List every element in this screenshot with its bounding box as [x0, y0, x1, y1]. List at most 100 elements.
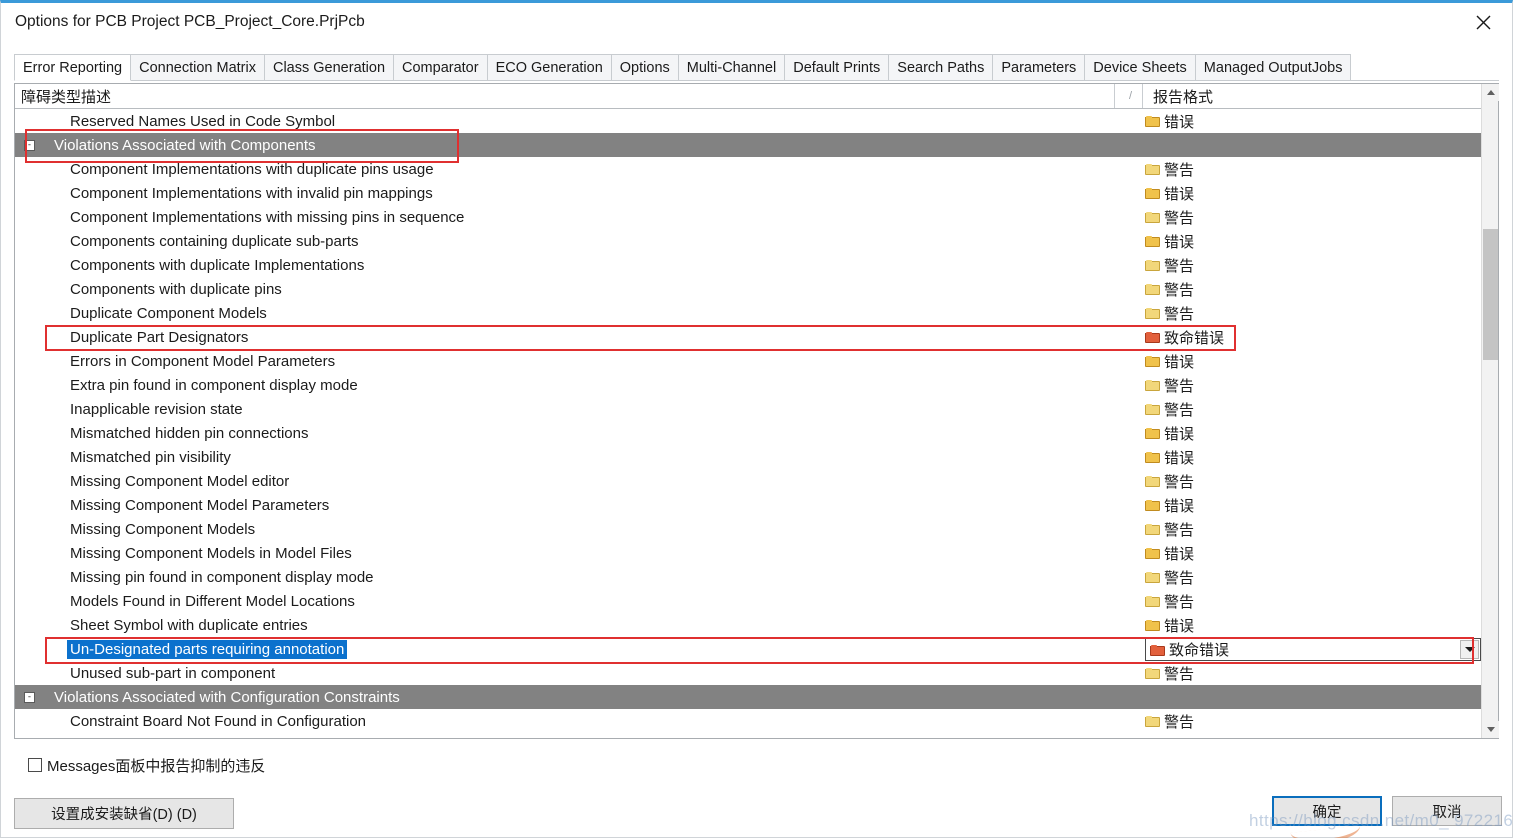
cell-description[interactable]: Violations Associated with Components	[15, 133, 1145, 157]
cell-description[interactable]: Un-Designated parts requiring annotation	[15, 637, 1145, 661]
cell-report-format[interactable]: 警告	[1145, 565, 1481, 589]
cell-description[interactable]: Component Implementations with invalid p…	[15, 181, 1145, 205]
tab-default-prints[interactable]: Default Prints	[784, 54, 890, 80]
grid-group-row[interactable]: - Violations Associated with Components	[15, 133, 1481, 157]
grid-row[interactable]: Components containing duplicate sub-part…	[15, 229, 1481, 253]
cell-report-format[interactable]: 警告	[1145, 517, 1481, 541]
scroll-down-button[interactable]	[1482, 721, 1499, 738]
tab-comparator[interactable]: Comparator	[393, 54, 488, 80]
cell-report-format[interactable]: 错误	[1145, 109, 1481, 133]
grid-group-row[interactable]: - Violations Associated with Configuratio…	[15, 685, 1481, 709]
grid-row[interactable]: Errors in Component Model Parameters 错误	[15, 349, 1481, 373]
grid-row[interactable]: Missing pin found in component display m…	[15, 565, 1481, 589]
cell-description[interactable]: Components with duplicate pins	[15, 277, 1145, 301]
tab-search-paths[interactable]: Search Paths	[888, 54, 994, 80]
grid-row[interactable]: Duplicate Part Designators 致命错误	[15, 325, 1481, 349]
cell-report-format[interactable]: 错误	[1145, 421, 1481, 445]
cell-description[interactable]: Errors in Component Model Parameters	[15, 349, 1145, 373]
cell-description[interactable]: Models Found in Different Model Location…	[15, 589, 1145, 613]
cell-description[interactable]: Sheet Symbol with duplicate entries	[15, 613, 1145, 637]
grid-row[interactable]: Missing Component Model Parameters 错误	[15, 493, 1481, 517]
grid-row[interactable]: Models Found in Different Model Location…	[15, 589, 1481, 613]
cell-description[interactable]: Missing pin found in component display m…	[15, 565, 1145, 589]
grid-row[interactable]: Mismatched pin visibility 错误	[15, 445, 1481, 469]
grid-row[interactable]: Missing Component Model editor 警告	[15, 469, 1481, 493]
cell-description[interactable]: Reserved Names Used in Code Symbol	[15, 109, 1145, 133]
tab-bar[interactable]: Error Reporting Connection Matrix Class Ge…	[14, 54, 1499, 81]
cancel-button[interactable]: 取消	[1392, 796, 1502, 826]
cell-report-format[interactable]: 错误	[1145, 349, 1481, 373]
cell-description[interactable]: Duplicate Component Models	[15, 301, 1145, 325]
cell-description[interactable]: Mismatched hidden pin connections	[15, 421, 1145, 445]
cell-report-format[interactable]: 致命错误	[1145, 325, 1481, 349]
cell-report-format[interactable]: 警告	[1145, 301, 1481, 325]
scrollbar-thumb[interactable]	[1483, 229, 1498, 360]
cell-report-format[interactable]: 错误	[1145, 181, 1481, 205]
cell-description[interactable]: Duplicate Part Designators	[15, 325, 1145, 349]
cell-report-format[interactable]: 错误	[1145, 493, 1481, 517]
grid-row[interactable]: Inapplicable revision state 警告	[15, 397, 1481, 421]
tab-parameters[interactable]: Parameters	[992, 54, 1086, 80]
grid-row[interactable]: Sheet Symbol with duplicate entries 错误	[15, 613, 1481, 637]
tab-multi-channel[interactable]: Multi-Channel	[677, 54, 786, 80]
grid-row[interactable]: Missing Component Models 警告	[15, 517, 1481, 541]
cell-report-format[interactable]: 错误	[1145, 229, 1481, 253]
cell-description[interactable]: Mismatched pin visibility	[15, 445, 1145, 469]
column-header-report-format[interactable]: 报告格式	[1145, 84, 1485, 108]
cell-description[interactable]: Inapplicable revision state	[15, 397, 1145, 421]
cell-description[interactable]: Components with duplicate Implementation…	[15, 253, 1145, 277]
tab-connection-matrix[interactable]: Connection Matrix	[130, 54, 265, 80]
cell-description[interactable]: Missing Component Model Parameters	[15, 493, 1145, 517]
grid-row[interactable]: Mismatched hidden pin connections 错误	[15, 421, 1481, 445]
grid-row[interactable]: Missing Component Models in Model Files 错…	[15, 541, 1481, 565]
tab-device-sheets[interactable]: Device Sheets	[1084, 54, 1196, 80]
ok-button[interactable]: 确定	[1272, 796, 1382, 826]
grid-row[interactable]: Constraint Board Not Found in Configurat…	[15, 709, 1481, 733]
grid-row[interactable]: Un-Designated parts requiring annotation…	[15, 637, 1481, 661]
cell-report-format[interactable]: 警告	[1145, 277, 1481, 301]
grid-body[interactable]: Reserved Names Used in Code Symbol 错误 - Vio…	[15, 109, 1481, 738]
report-format-dropdown[interactable]: 致命错误	[1145, 638, 1481, 661]
cell-report-format[interactable]: 警告	[1145, 373, 1481, 397]
tab-class-generation[interactable]: Class Generation	[263, 54, 395, 80]
grid-row[interactable]: Component Implementations with duplicate…	[15, 157, 1481, 181]
grid-row[interactable]: 警告	[15, 733, 1481, 739]
grid-row[interactable]: Component Implementations with invalid p…	[15, 181, 1481, 205]
cell-report-format[interactable]: 警告	[1145, 733, 1481, 739]
sort-indicator-icon[interactable]: /	[1119, 84, 1143, 108]
close-button[interactable]	[1460, 5, 1506, 39]
chevron-down-icon[interactable]	[1460, 640, 1479, 659]
cell-description[interactable]: Violations Associated with Configuration…	[15, 685, 1145, 709]
scroll-up-button[interactable]	[1482, 84, 1499, 101]
cell-description[interactable]: Components containing duplicate sub-part…	[15, 229, 1145, 253]
vertical-scrollbar[interactable]	[1481, 84, 1499, 738]
grid-row[interactable]: Components with duplicate pins 警告	[15, 277, 1481, 301]
cell-description[interactable]: Extra pin found in component display mod…	[15, 373, 1145, 397]
grid-row[interactable]: Unused sub-part in component 警告	[15, 661, 1481, 685]
cell-description[interactable]: Unused sub-part in component	[15, 661, 1145, 685]
set-to-installation-defaults-button[interactable]: 设置成安装缺省(D) (D)	[14, 798, 234, 829]
cell-description[interactable]: Constraint Board Not Found in Configurat…	[15, 709, 1145, 733]
tab-eco-generation[interactable]: ECO Generation	[486, 54, 612, 80]
cell-description[interactable]: Component Implementations with duplicate…	[15, 157, 1145, 181]
cell-report-format[interactable]: 警告	[1145, 397, 1481, 421]
cell-report-format[interactable]: 警告	[1145, 253, 1481, 277]
cell-description[interactable]: Missing Component Model editor	[15, 469, 1145, 493]
grid-row[interactable]: Reserved Names Used in Code Symbol 错误	[15, 109, 1481, 133]
column-header-description[interactable]: 障碍类型描述	[15, 84, 1115, 108]
suppressed-violations-checkbox[interactable]	[28, 758, 42, 772]
tab-managed-outputjobs[interactable]: Managed OutputJobs	[1194, 54, 1352, 80]
cell-report-format[interactable]: 警告	[1145, 661, 1481, 685]
cell-report-format[interactable]: 警告	[1145, 709, 1481, 733]
grid-row[interactable]: Components with duplicate Implementation…	[15, 253, 1481, 277]
tab-error-reporting[interactable]: Error Reporting	[14, 54, 132, 81]
tab-options[interactable]: Options	[610, 54, 679, 80]
cell-report-format[interactable]: 错误	[1145, 541, 1481, 565]
cell-description[interactable]: Component Implementations with missing p…	[15, 205, 1145, 229]
cell-report-format[interactable]: 警告	[1145, 469, 1481, 493]
grid-row[interactable]: Duplicate Component Models 警告	[15, 301, 1481, 325]
grid-row[interactable]: Component Implementations with missing p…	[15, 205, 1481, 229]
cell-description[interactable]: Missing Component Models in Model Files	[15, 541, 1145, 565]
cell-description[interactable]: Missing Component Models	[15, 517, 1145, 541]
cell-report-format[interactable]: 错误	[1145, 445, 1481, 469]
